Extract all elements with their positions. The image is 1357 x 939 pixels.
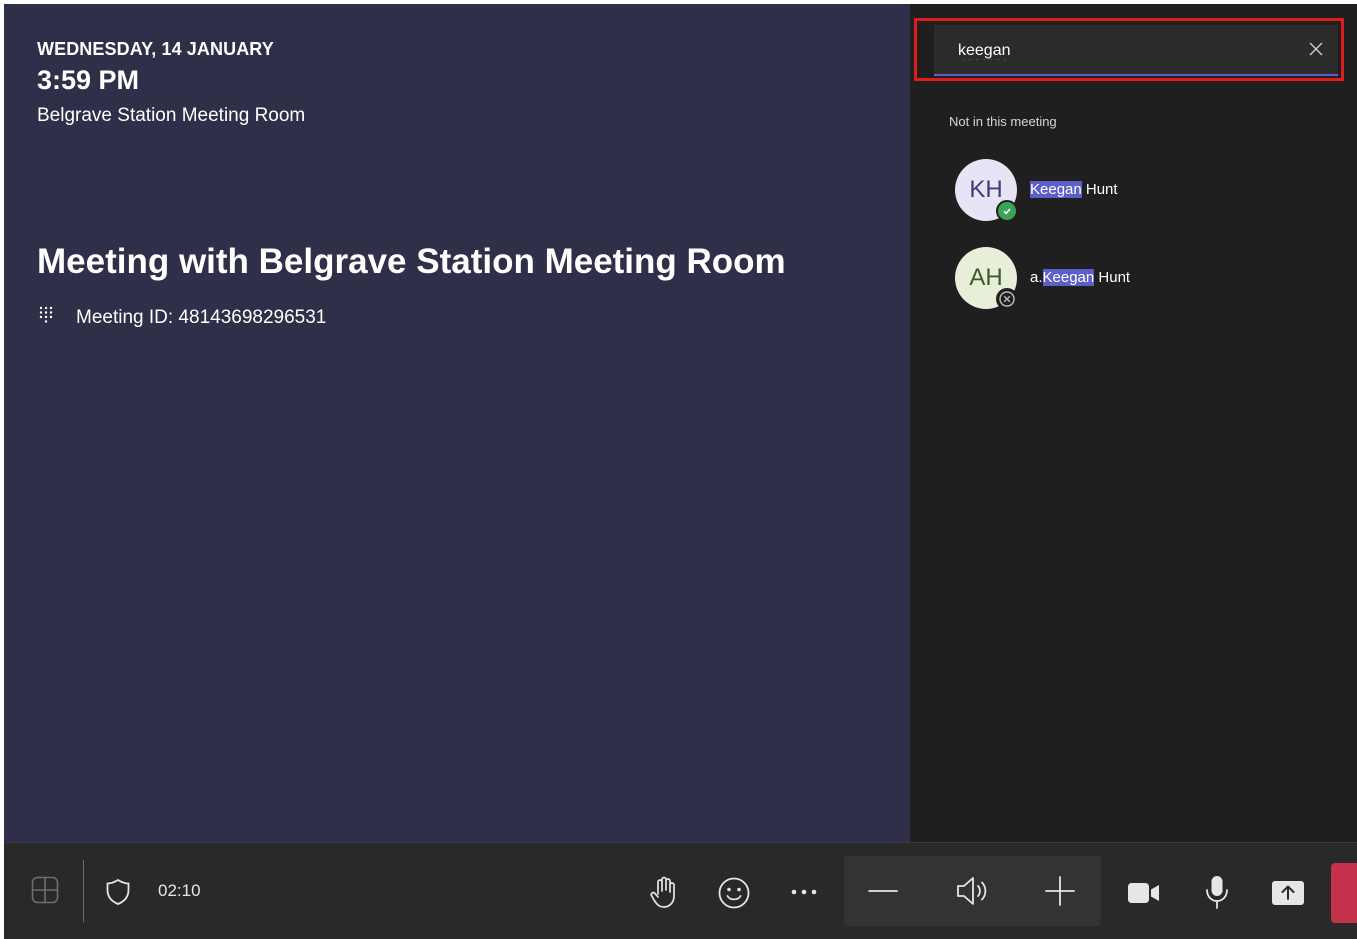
mic-icon[interactable] [1204, 875, 1230, 911]
meeting-date: WEDNESDAY, 14 JANUARY [37, 39, 274, 59]
dialpad-icon [39, 306, 53, 323]
avatar-initials: KH [969, 176, 1003, 203]
section-label: Not in this meeting [949, 114, 1057, 129]
meeting-time: 3:59 PM [37, 65, 140, 95]
available-status-icon [996, 200, 1018, 222]
volume-controls [844, 856, 1101, 926]
meeting-stage: WEDNESDAY, 14 JANUARY 3:59 PM Belgrave S… [4, 4, 910, 842]
reactions-icon[interactable] [717, 876, 751, 910]
volume-up-icon[interactable] [1045, 876, 1075, 906]
camera-icon[interactable] [1127, 882, 1161, 904]
more-icon[interactable] [789, 887, 819, 897]
name-match-highlight: Keegan [1042, 269, 1095, 286]
people-search-box[interactable] [934, 25, 1338, 76]
offline-status-icon [996, 288, 1018, 310]
teams-meeting-window: WEDNESDAY, 14 JANUARY 3:59 PM Belgrave S… [4, 4, 1357, 939]
person-name: Keegan Hunt [1030, 181, 1118, 198]
name-suffix: Hunt [1094, 269, 1131, 286]
meeting-room-name: Belgrave Station Meeting Room [37, 105, 306, 126]
person-result[interactable]: AH a.Keegan Hunt [955, 247, 1335, 311]
leave-button[interactable] [1331, 863, 1357, 923]
people-panel: Not in this meeting KH Keegan Hunt AH a.… [910, 4, 1357, 842]
meeting-id: Meeting ID: 48143698296531 [76, 307, 327, 328]
search-highlight-box [914, 18, 1344, 81]
shield-icon[interactable] [105, 878, 131, 906]
person-result[interactable]: KH Keegan Hunt [955, 159, 1335, 223]
raise-hand-icon[interactable] [649, 876, 681, 910]
meeting-title: Meeting with Belgrave Station Meeting Ro… [37, 242, 786, 281]
call-timer: 02:10 [158, 881, 201, 900]
name-prefix: a. [1030, 269, 1043, 286]
speaker-icon[interactable] [954, 873, 990, 909]
volume-down-icon[interactable] [868, 889, 898, 893]
share-icon[interactable] [1271, 880, 1305, 906]
person-name: a.Keegan Hunt [1030, 269, 1130, 286]
people-search-input[interactable] [956, 25, 1300, 76]
toolbar-divider [83, 860, 84, 922]
avatar-initials: AH [969, 264, 1003, 291]
call-toolbar: 02:10 [4, 842, 1357, 939]
layout-icon[interactable] [31, 876, 59, 904]
name-suffix: Hunt [1081, 181, 1118, 198]
close-icon[interactable] [1308, 41, 1324, 57]
name-match-highlight: Keegan [1030, 181, 1082, 198]
